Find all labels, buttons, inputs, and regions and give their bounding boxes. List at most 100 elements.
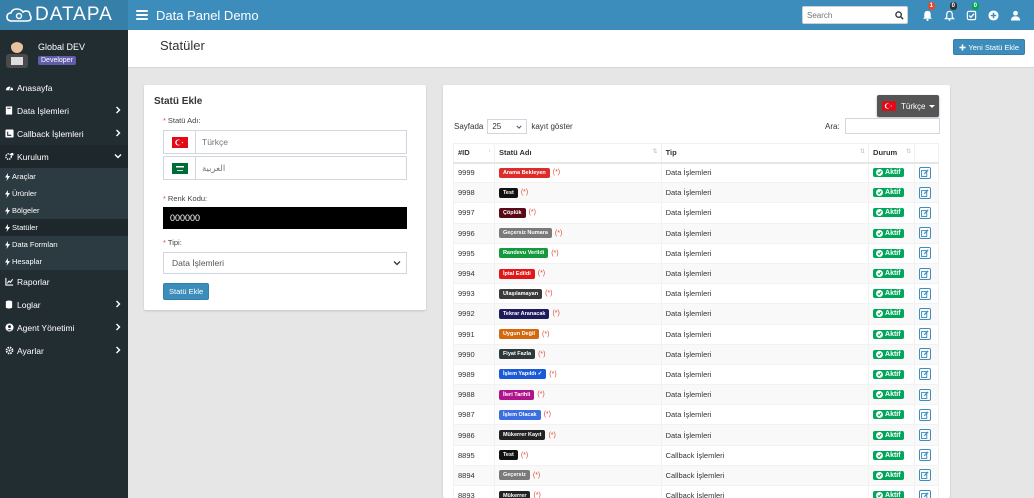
edit-icon [921,411,929,419]
edit-button[interactable] [918,408,931,421]
color-code-input[interactable] [163,207,407,229]
edit-button[interactable] [918,307,931,320]
tasks-button[interactable]: 0 [960,0,982,30]
search-icon[interactable] [891,7,907,23]
active-badge[interactable]: Aktif [873,430,904,440]
edit-button[interactable] [918,287,931,300]
plus-icon [959,43,966,51]
edit-button[interactable] [918,368,931,381]
sidebar-item-loglar[interactable]: Loglar [0,293,128,316]
required-mark: (*) [537,270,546,278]
add-status-submit-button[interactable]: Statü Ekle [163,283,210,300]
active-badge[interactable]: Aktif [873,470,904,480]
cell-status: Aktif [868,303,915,325]
sidebar: Global DEV Developer Anasayfa Data İşlem… [0,30,128,498]
active-badge-label: Aktif [885,310,901,318]
active-badge[interactable]: Aktif [873,309,904,319]
column-header-status[interactable]: Durum ⇅ [868,143,915,164]
sort-icon: ⇅ [652,149,658,155]
status-label: Mükerrer [498,490,531,498]
active-badge[interactable]: Aktif [873,248,904,258]
active-badge[interactable]: Aktif [873,369,904,379]
edit-button[interactable] [918,166,931,179]
cell-status: Aktif [868,424,915,446]
sidebar-item-agent-yonetimi[interactable]: Agent Yönetimi [0,316,128,339]
cell-actions [913,161,940,184]
column-header-type[interactable]: Tip ⇅ [660,143,870,164]
sidebar-item-data-formlari[interactable]: Data Formları [0,236,128,253]
active-badge[interactable]: Aktif [873,228,904,238]
active-badge[interactable]: Aktif [873,491,904,498]
column-header-name[interactable]: Statü Adı ⇅ [493,143,662,164]
active-badge[interactable]: Aktif [873,390,904,400]
edit-button[interactable] [918,206,931,219]
sidebar-item-kurulum[interactable]: Kurulum [0,145,128,168]
active-badge[interactable]: Aktif [873,208,904,218]
sidebar-toggle-button[interactable] [136,9,148,21]
sidebar-item-hesaplar[interactable]: Hesaplar [0,253,128,270]
active-badge[interactable]: Aktif [873,289,904,299]
status-name-ar-input[interactable] [196,157,406,179]
page-length-select[interactable]: 25 [487,119,528,134]
bolt-icon [3,240,11,249]
edit-button[interactable] [918,449,931,462]
active-badge[interactable]: Aktif [873,410,904,420]
table-search-input[interactable] [844,118,940,134]
required-asterisk: * [163,194,166,203]
edit-button[interactable] [918,348,931,361]
length-suffix: kayıt göster [531,122,573,131]
required-mark: (*) [528,209,536,217]
new-status-button[interactable]: Yeni Statü Ekle [953,39,1025,55]
active-badge[interactable]: Aktif [873,168,904,178]
sidebar-item-anasayfa[interactable]: Anasayfa [0,76,128,99]
required-mark: (*) [549,370,557,378]
user-circle-icon [4,323,14,333]
avatar [4,38,30,68]
edit-button[interactable] [918,388,931,401]
table-row: 9988 İleri Tarihli (*) Data İşlemleri Aktif [453,384,940,406]
edit-button[interactable] [918,186,931,199]
edit-button[interactable] [918,489,931,498]
sidebar-item-urunler[interactable]: Ürünler [0,185,128,202]
edit-icon [921,189,929,197]
edit-button[interactable] [918,328,931,341]
required-asterisk: * [163,116,166,125]
book-icon [4,106,14,116]
sidebar-item-label: Agent Yönetimi [17,322,75,333]
edit-button[interactable] [918,247,931,260]
column-header-id[interactable]: #ID ↓ [453,143,495,164]
sidebar-item-bolgeler[interactable]: Bölgeler [0,202,128,219]
alerts-button[interactable]: 0 [938,0,960,30]
cell-type: Callback İşlemleri [660,444,870,466]
logo[interactable]: DATAPA [0,0,128,30]
sidebar-item-araclar[interactable]: Araçlar [0,168,128,185]
user-menu-button[interactable] [1004,0,1026,30]
active-badge[interactable]: Aktif [873,329,904,339]
edit-button[interactable] [918,227,931,240]
sidebar-item-statuler[interactable]: Statüler [0,219,128,236]
search-input[interactable] [803,7,891,23]
type-select[interactable]: Data İşlemleri [163,252,407,274]
table-row: 8893 Mükerrer (*) Callback İşlemleri Aktif [453,484,940,498]
sidebar-item-ayarlar[interactable]: Ayarlar [0,339,128,362]
edit-button[interactable] [918,267,931,280]
cell-type: Data İşlemleri [660,323,870,345]
active-badge[interactable]: Aktif [873,450,904,460]
active-badge[interactable]: Aktif [873,188,904,198]
edit-icon [921,290,929,298]
active-badge[interactable]: Aktif [873,349,904,359]
notifications-button[interactable]: 1 [916,0,938,30]
check-circle-icon [876,350,884,358]
sidebar-item-data-islemleri[interactable]: Data İşlemleri [0,99,128,122]
sidebar-item-callback-islemleri[interactable]: Callback İşlemleri [0,122,128,145]
active-badge[interactable]: Aktif [873,269,904,279]
edit-button[interactable] [918,469,931,482]
cell-status: Aktif [868,182,915,204]
column-header-actions [913,143,940,164]
language-dropdown-button[interactable]: Türkçe [877,95,939,117]
status-name-tr-input[interactable] [196,131,406,153]
edit-icon [921,229,929,238]
edit-button[interactable] [918,429,931,442]
add-button[interactable] [982,0,1004,30]
sidebar-item-raporlar[interactable]: Raporlar [0,270,128,293]
